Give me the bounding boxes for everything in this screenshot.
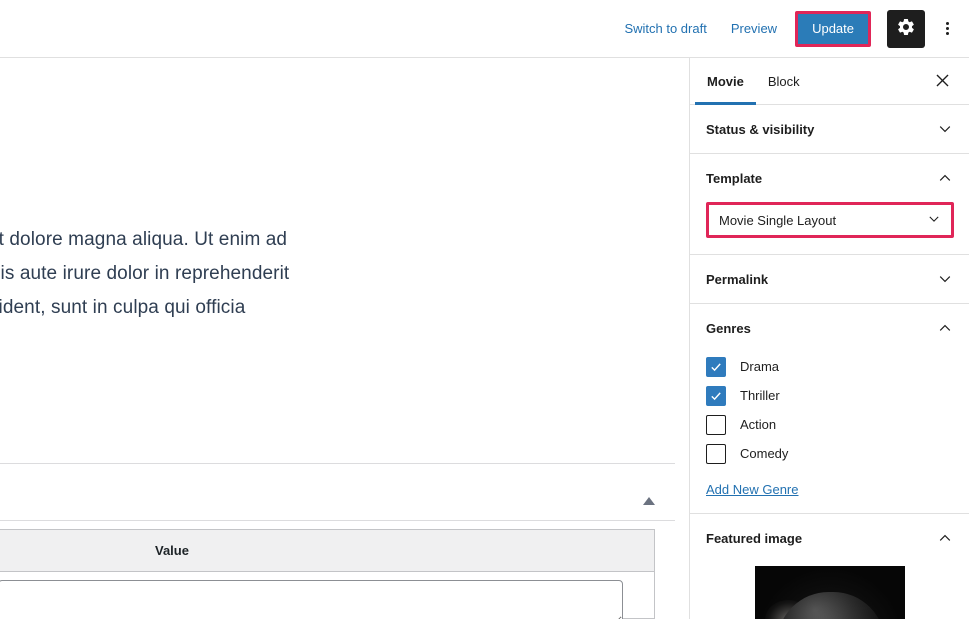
metabox-collapse-toggle[interactable] [641, 491, 657, 507]
settings-sidebar: Movie Block Status & visibility Template… [689, 58, 969, 619]
content-line: didunt ut labore et dolore magna aliqua.… [0, 229, 288, 250]
panel-featured-image-body [706, 562, 953, 619]
wordpress-block-editor: Switch to draft Preview Update didunt ut… [0, 0, 969, 619]
checkmark-icon [709, 360, 723, 374]
template-selected-value: Movie Single Layout [719, 212, 837, 228]
close-icon [934, 72, 951, 92]
panel-status-and-visibility: Status & visibility [690, 105, 969, 154]
panel-template-body: Movie Single Layout [706, 202, 954, 254]
panel-genres-header[interactable]: Genres [706, 304, 953, 352]
switch-to-draft-button[interactable]: Switch to draft [612, 15, 718, 42]
sidebar-tablist: Movie Block [690, 58, 969, 105]
gear-icon [896, 17, 916, 40]
chevron-up-icon [937, 170, 953, 186]
chevron-down-icon [927, 212, 941, 229]
update-button[interactable]: Update [795, 10, 871, 47]
column-header-value: Value [155, 543, 189, 558]
tab-block[interactable]: Block [756, 58, 812, 104]
genre-label-drama[interactable]: Drama [740, 359, 779, 374]
panel-title: Genres [706, 320, 751, 336]
genre-row-action: Action [706, 410, 953, 439]
panel-genres: Genres Drama Thriller Action Comedy Add … [690, 304, 969, 514]
panel-title: Permalink [706, 271, 769, 287]
panel-permalink-header[interactable]: Permalink [706, 255, 953, 303]
settings-button[interactable] [887, 9, 925, 48]
caret-up-icon [643, 496, 655, 505]
genre-checkbox-action[interactable] [706, 414, 726, 435]
more-options-button[interactable] [933, 11, 961, 47]
editor-header-toolbar: Switch to draft Preview Update [0, 0, 969, 58]
tab-movie[interactable]: Movie [695, 58, 756, 105]
genre-checkbox-drama[interactable] [706, 356, 726, 377]
panel-title: Status & visibility [706, 121, 815, 137]
genre-row-drama: Drama [706, 352, 953, 381]
featured-image-vignette [754, 566, 905, 619]
genre-row-comedy: Comedy [706, 439, 953, 468]
chevron-up-icon [937, 530, 953, 546]
panel-template-header[interactable]: Template [706, 154, 953, 202]
content-line: cupidatat non proident, sunt in culpa qu… [0, 296, 246, 318]
checkmark-icon [709, 389, 723, 403]
content-divider [0, 463, 675, 464]
custom-fields-table-body [0, 572, 654, 619]
genre-row-thriller: Thriller [706, 381, 953, 410]
genre-checkbox-thriller[interactable] [706, 385, 726, 406]
custom-field-value-textarea[interactable] [0, 580, 623, 619]
content-line: do consequat. Duis aute irure dolor in r… [0, 262, 290, 284]
custom-fields-table-header: Value [0, 530, 654, 572]
genre-label-action[interactable]: Action [740, 417, 776, 432]
template-select[interactable]: Movie Single Layout [706, 202, 954, 238]
genre-checkbox-comedy[interactable] [706, 443, 726, 464]
panel-featured-image-header[interactable]: Featured image [706, 514, 953, 562]
panel-status-and-visibility-header[interactable]: Status & visibility [706, 105, 953, 153]
chevron-down-icon [937, 271, 953, 287]
panel-template: Template Movie Single Layout [690, 154, 969, 255]
panel-title: Template [706, 170, 763, 186]
panel-featured-image: Featured image [690, 514, 969, 619]
add-new-genre-link[interactable]: Add New Genre [706, 482, 799, 497]
chevron-down-icon [937, 121, 953, 137]
ellipsis-vertical-icon [945, 20, 949, 37]
metabox-divider [0, 520, 675, 521]
panel-title: Featured image [706, 530, 803, 546]
featured-image-thumbnail[interactable] [754, 566, 905, 619]
editor-canvas[interactable]: didunt ut labore et dolore magna aliqua.… [0, 58, 689, 619]
close-sidebar-button[interactable] [929, 69, 955, 95]
post-content-paragraph[interactable]: didunt ut labore et dolore magna aliqua.… [0, 223, 470, 324]
chevron-up-icon [937, 320, 953, 336]
preview-button[interactable]: Preview [719, 15, 789, 42]
genre-label-comedy[interactable]: Comedy [740, 446, 788, 461]
panel-genres-body: Drama Thriller Action Comedy Add New Gen… [706, 352, 953, 513]
panel-permalink: Permalink [690, 255, 969, 304]
genre-label-thriller[interactable]: Thriller [740, 388, 780, 403]
custom-fields-metabox: Value [0, 529, 655, 619]
